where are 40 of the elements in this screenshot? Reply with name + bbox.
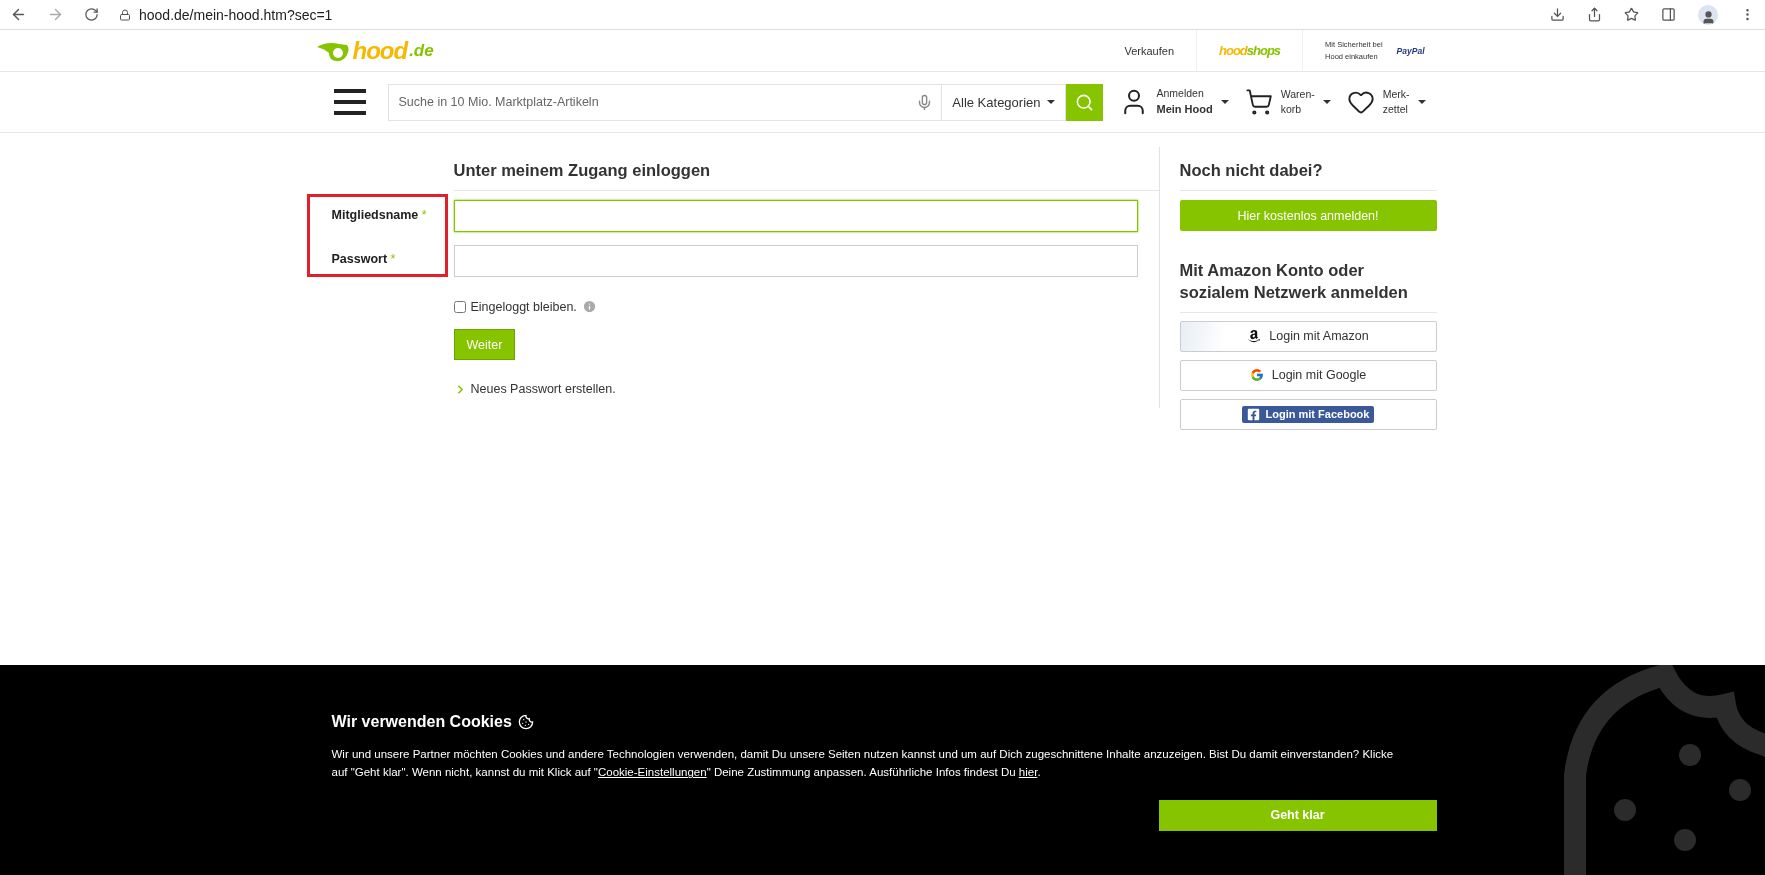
- menu-button[interactable]: [333, 89, 366, 115]
- download-icon[interactable]: [1550, 7, 1565, 22]
- button-label: Login mit Facebook: [1265, 408, 1370, 421]
- cart-icon: [1244, 88, 1273, 116]
- sell-link[interactable]: Verkaufen: [1124, 44, 1174, 57]
- social-login-button[interactable]: Login mit Facebook: [1179, 398, 1437, 430]
- login-heading: Unter meinem Zugang einloggen: [453, 147, 1159, 191]
- paypal-logo: PayPal: [1396, 45, 1425, 56]
- text-input[interactable]: [453, 245, 1138, 277]
- lock-icon: [119, 8, 131, 21]
- cookie-text: Wir und unsere Partner möchten Cookies und andere Technologien verwenden, damit Du unsere Seiten nutzen kannst und um auf Dich zugeschnittene Inhalte anzuzeigen. Bist Du damit einverstanden? Klicke auf "Geht klar". Wenn nicht, kannst du mit Klick auf "Cookie-Einstellungen" Deine Zustimmung anpassen. Ausführliche Infos findest Du hier.: [330, 747, 1395, 781]
- signup-heading: Noch nicht dabei?: [1179, 147, 1437, 191]
- facebook-icon: [1246, 407, 1260, 421]
- wishlist-menu[interactable]: Merk- zettel: [1346, 86, 1426, 118]
- field-label: Mitgliedsname *: [330, 207, 428, 224]
- side-panel-icon[interactable]: [1661, 7, 1676, 22]
- cookie-icon: [517, 714, 534, 730]
- cookie-link[interactable]: hier: [1018, 766, 1038, 779]
- cookie-link[interactable]: Cookie-Einstellungen: [597, 766, 707, 779]
- cookie-title: Wir verwenden Cookies: [331, 713, 512, 731]
- social-heading: Mit Amazon Konto oder sozialem Netzwerk anmelden: [1179, 231, 1437, 313]
- cart-menu[interactable]: Waren- korb: [1244, 86, 1331, 118]
- address-bar[interactable]: hood.de/mein-hood.htm?sec=1: [139, 6, 333, 23]
- field-label: Passwort *: [330, 251, 397, 268]
- back-icon[interactable]: [10, 6, 27, 23]
- remember-checkbox[interactable]: [453, 300, 466, 313]
- search-field[interactable]: Suche in 10 Mio. Marktplatz-Artikeln Alle Kategorien: [387, 83, 1066, 121]
- account-menu[interactable]: Anmelden Mein Hood: [1118, 86, 1229, 118]
- amazon-icon: [1247, 329, 1262, 344]
- search-icon: [1074, 92, 1094, 112]
- reset-password-link[interactable]: Neues Passwort erstellen.: [453, 382, 1138, 396]
- social-login-button[interactable]: Login mit Google: [1179, 359, 1437, 391]
- share-icon[interactable]: [1587, 7, 1602, 22]
- reload-icon[interactable]: [84, 7, 99, 22]
- checkbox-label[interactable]: Eingeloggt bleiben.: [470, 299, 577, 314]
- bookmark-star-icon[interactable]: [1624, 7, 1639, 22]
- social-login-button[interactable]: Login mit Amazon: [1179, 320, 1437, 352]
- google-icon: [1249, 368, 1264, 383]
- profile-avatar[interactable]: [1698, 4, 1718, 25]
- text-input[interactable]: [453, 200, 1138, 232]
